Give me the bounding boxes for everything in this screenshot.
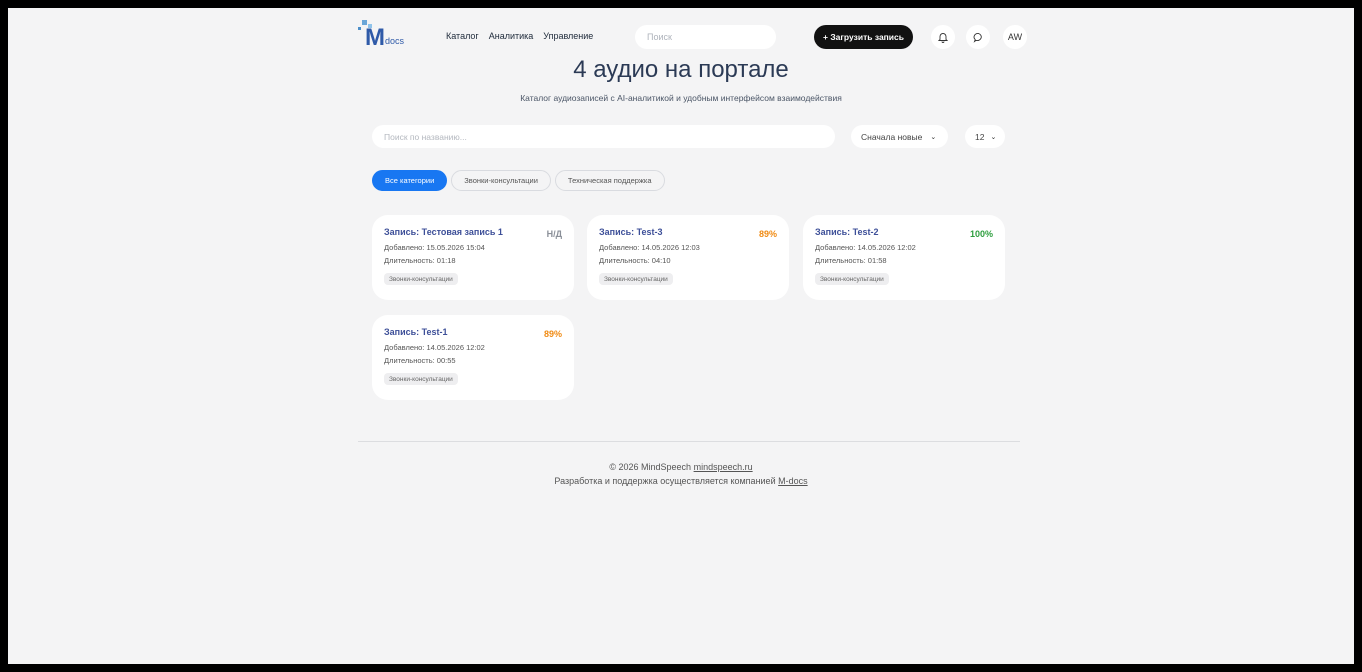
logo-mark: M: [365, 24, 385, 51]
record-score: 89%: [758, 229, 777, 239]
nav-management[interactable]: Управление: [543, 31, 593, 41]
category-filter: Все категории Звонки-консультации Технич…: [372, 170, 665, 191]
record-card[interactable]: Запись: Test-3 89% Добавлено: 14.05.2026…: [587, 215, 789, 300]
record-category-tag: Звонки-консультации: [384, 273, 458, 285]
logo-docs: docs: [385, 36, 405, 46]
copyright-text: © 2026 MindSpeech: [609, 462, 692, 472]
record-score: Н/Д: [546, 229, 562, 239]
page-title: 4 аудио на портале: [573, 56, 789, 83]
record-duration: Длительность: 04:10: [599, 256, 671, 265]
record-category-tag: Звонки-консультации: [599, 273, 673, 285]
header: M docs Каталог Аналитика Управление + За…: [358, 20, 1038, 54]
record-card[interactable]: Запись: Test-1 89% Добавлено: 14.05.2026…: [372, 315, 574, 400]
record-duration: Длительность: 01:18: [384, 256, 456, 265]
record-title[interactable]: Запись: Тестовая запись 1: [384, 227, 503, 237]
record-title[interactable]: Запись: Test-2: [815, 227, 879, 237]
notifications-bell-icon[interactable]: [931, 25, 955, 49]
upload-record-button[interactable]: + Загрузить запись: [814, 25, 913, 49]
record-card[interactable]: Запись: Тестовая запись 1 Н/Д Добавлено:…: [372, 215, 574, 300]
global-search-input[interactable]: [635, 25, 776, 49]
record-title[interactable]: Запись: Test-3: [599, 227, 663, 237]
category-chip-all[interactable]: Все категории: [372, 170, 448, 191]
record-duration: Длительность: 00:55: [384, 356, 456, 365]
record-category-tag: Звонки-консультации: [815, 273, 889, 285]
category-chip-support[interactable]: Техническая поддержка: [554, 170, 665, 191]
page-size-select[interactable]: 12 ⌄: [965, 125, 1005, 148]
nav-catalog[interactable]: Каталог: [446, 31, 479, 41]
record-score: 89%: [543, 329, 562, 339]
record-category-tag: Звонки-консультации: [384, 373, 458, 385]
developer-text: Разработка и поддержка осуществляется ко…: [554, 476, 776, 486]
record-added-date: Добавлено: 14.05.2026 12:02: [815, 243, 916, 252]
record-added-date: Добавлено: 14.05.2026 12:02: [384, 343, 485, 352]
page: M docs Каталог Аналитика Управление + За…: [8, 8, 1354, 664]
footer-divider: [358, 441, 1020, 442]
record-title[interactable]: Запись: Test-1: [384, 327, 448, 337]
main-nav: Каталог Аналитика Управление: [446, 31, 593, 41]
chevron-down-icon: ⌄: [990, 133, 997, 141]
footer-copyright: © 2026 MindSpeech mindspeech.ru: [8, 462, 1354, 472]
record-duration: Длительность: 01:58: [815, 256, 887, 265]
sort-select[interactable]: Сначала новые ⌄: [851, 125, 948, 148]
record-score: 100%: [969, 229, 993, 239]
chevron-down-icon: ⌄: [930, 133, 937, 141]
m-docs-link[interactable]: M-docs: [778, 476, 808, 486]
logo-pixel: [358, 27, 361, 30]
page-subtitle: Каталог аудиозаписей с AI-аналитикой и у…: [520, 93, 842, 103]
record-added-date: Добавлено: 15.05.2026 15:04: [384, 243, 485, 252]
sort-select-value: Сначала новые: [861, 131, 923, 142]
logo[interactable]: M docs: [358, 20, 424, 51]
record-added-date: Добавлено: 14.05.2026 12:03: [599, 243, 700, 252]
name-search-input[interactable]: [372, 125, 835, 148]
nav-analytics[interactable]: Аналитика: [489, 31, 534, 41]
footer-developer: Разработка и поддержка осуществляется ко…: [8, 476, 1354, 486]
category-chip-consultations[interactable]: Звонки-консультации: [451, 170, 551, 191]
record-card[interactable]: Запись: Test-2 100% Добавлено: 14.05.202…: [803, 215, 1005, 300]
page-size-value: 12: [975, 131, 985, 142]
user-avatar[interactable]: AW: [1003, 25, 1027, 49]
chat-bubble-icon[interactable]: [966, 25, 990, 49]
mindspeech-link[interactable]: mindspeech.ru: [694, 462, 753, 472]
